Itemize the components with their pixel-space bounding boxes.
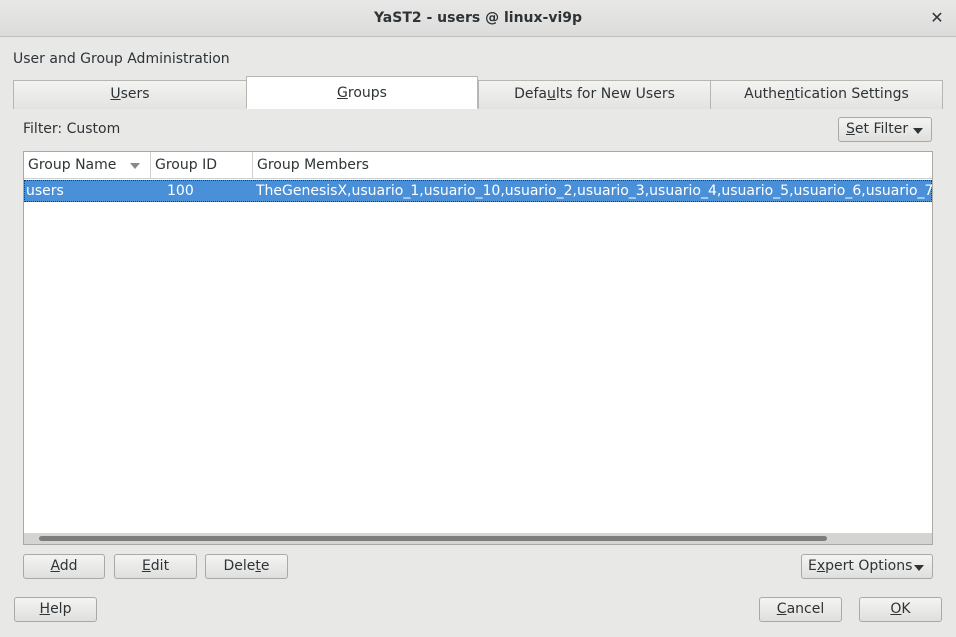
set-filter-label-post: et Filter xyxy=(854,121,909,137)
ok-label-post: K xyxy=(901,601,911,617)
add-mnemonic: A xyxy=(50,558,60,574)
help-button[interactable]: Help xyxy=(14,597,97,622)
help-mnemonic: H xyxy=(39,601,51,617)
tab-defaults-mnemonic: u xyxy=(547,86,556,102)
table-row[interactable]: users 100 TheGenesisX,usuario_1,usuario_… xyxy=(24,180,932,202)
column-header-group-members-label: Group Members xyxy=(257,157,369,173)
edit-label-post: dit xyxy=(150,558,170,574)
cell-group-name: users xyxy=(26,183,64,199)
tab-defaults-label-post: lts for New Users xyxy=(555,86,675,102)
scrollbar-thumb[interactable] xyxy=(39,536,827,541)
tab-auth-label-post: tication Settings xyxy=(794,86,909,102)
groups-table[interactable]: Group Name Group ID Group Members users … xyxy=(23,151,933,545)
tab-groups[interactable]: Groups xyxy=(246,76,478,109)
tab-authentication-settings[interactable]: Authentication Settings xyxy=(710,80,943,109)
table-header: Group Name Group ID Group Members xyxy=(24,152,932,179)
cancel-button[interactable]: Cancel xyxy=(759,597,842,622)
add-button[interactable]: Add xyxy=(23,554,105,579)
column-header-group-name[interactable]: Group Name xyxy=(24,152,151,179)
set-filter-button[interactable]: Set Filter xyxy=(838,117,932,142)
chevron-down-icon xyxy=(914,565,924,571)
column-header-group-id-label: Group ID xyxy=(155,157,217,173)
set-filter-mnemonic: S xyxy=(846,121,855,137)
delete-label-post: e xyxy=(260,558,270,574)
module-title: User and Group Administration xyxy=(13,51,230,67)
close-icon[interactable]: ✕ xyxy=(930,9,944,27)
tab-users-label-post: sers xyxy=(120,86,150,102)
expert-label-pre: E xyxy=(808,558,817,574)
edit-mnemonic: E xyxy=(141,558,151,574)
expert-mnemonic: x xyxy=(816,558,826,574)
tab-defaults-new-users[interactable]: Defaults for New Users xyxy=(478,80,711,109)
chevron-down-icon xyxy=(913,128,923,134)
expert-label-post: pert Options xyxy=(825,558,913,574)
filter-label: Filter: Custom xyxy=(23,121,121,137)
sort-descending-icon xyxy=(130,163,140,169)
tab-groups-label-post: roups xyxy=(347,85,387,101)
window-titlebar: YaST2 - users @ linux-vi9p ✕ xyxy=(0,0,956,37)
cancel-mnemonic: C xyxy=(776,601,787,617)
ok-mnemonic: O xyxy=(890,601,902,617)
tab-users-mnemonic: U xyxy=(110,86,121,102)
tab-bar: Users Defaults for New Users Authenticat… xyxy=(13,76,943,109)
column-header-group-members[interactable]: Group Members xyxy=(253,152,932,179)
tab-groups-mnemonic: G xyxy=(337,85,348,101)
add-label-post: dd xyxy=(59,558,78,574)
cell-group-members: TheGenesisX,usuario_1,usuario_10,usuario… xyxy=(256,183,932,199)
tab-defaults-label-pre: Defa xyxy=(514,86,547,102)
tab-auth-label-pre: Authe xyxy=(744,86,786,102)
delete-label-pre: Dele xyxy=(223,558,256,574)
edit-button[interactable]: Edit xyxy=(114,554,197,579)
cancel-label-post: ancel xyxy=(786,601,825,617)
column-header-group-id[interactable]: Group ID xyxy=(151,152,253,179)
delete-button[interactable]: Delete xyxy=(205,554,288,579)
cell-group-id: 100 xyxy=(167,183,194,199)
expert-options-button[interactable]: Expert Options xyxy=(801,554,933,579)
window-title: YaST2 - users @ linux-vi9p xyxy=(373,10,583,26)
help-label-post: elp xyxy=(50,601,72,617)
column-header-group-name-label: Group Name xyxy=(28,157,117,173)
horizontal-scrollbar[interactable] xyxy=(24,533,932,544)
ok-button[interactable]: OK xyxy=(859,597,942,622)
tab-users[interactable]: Users xyxy=(13,80,247,109)
